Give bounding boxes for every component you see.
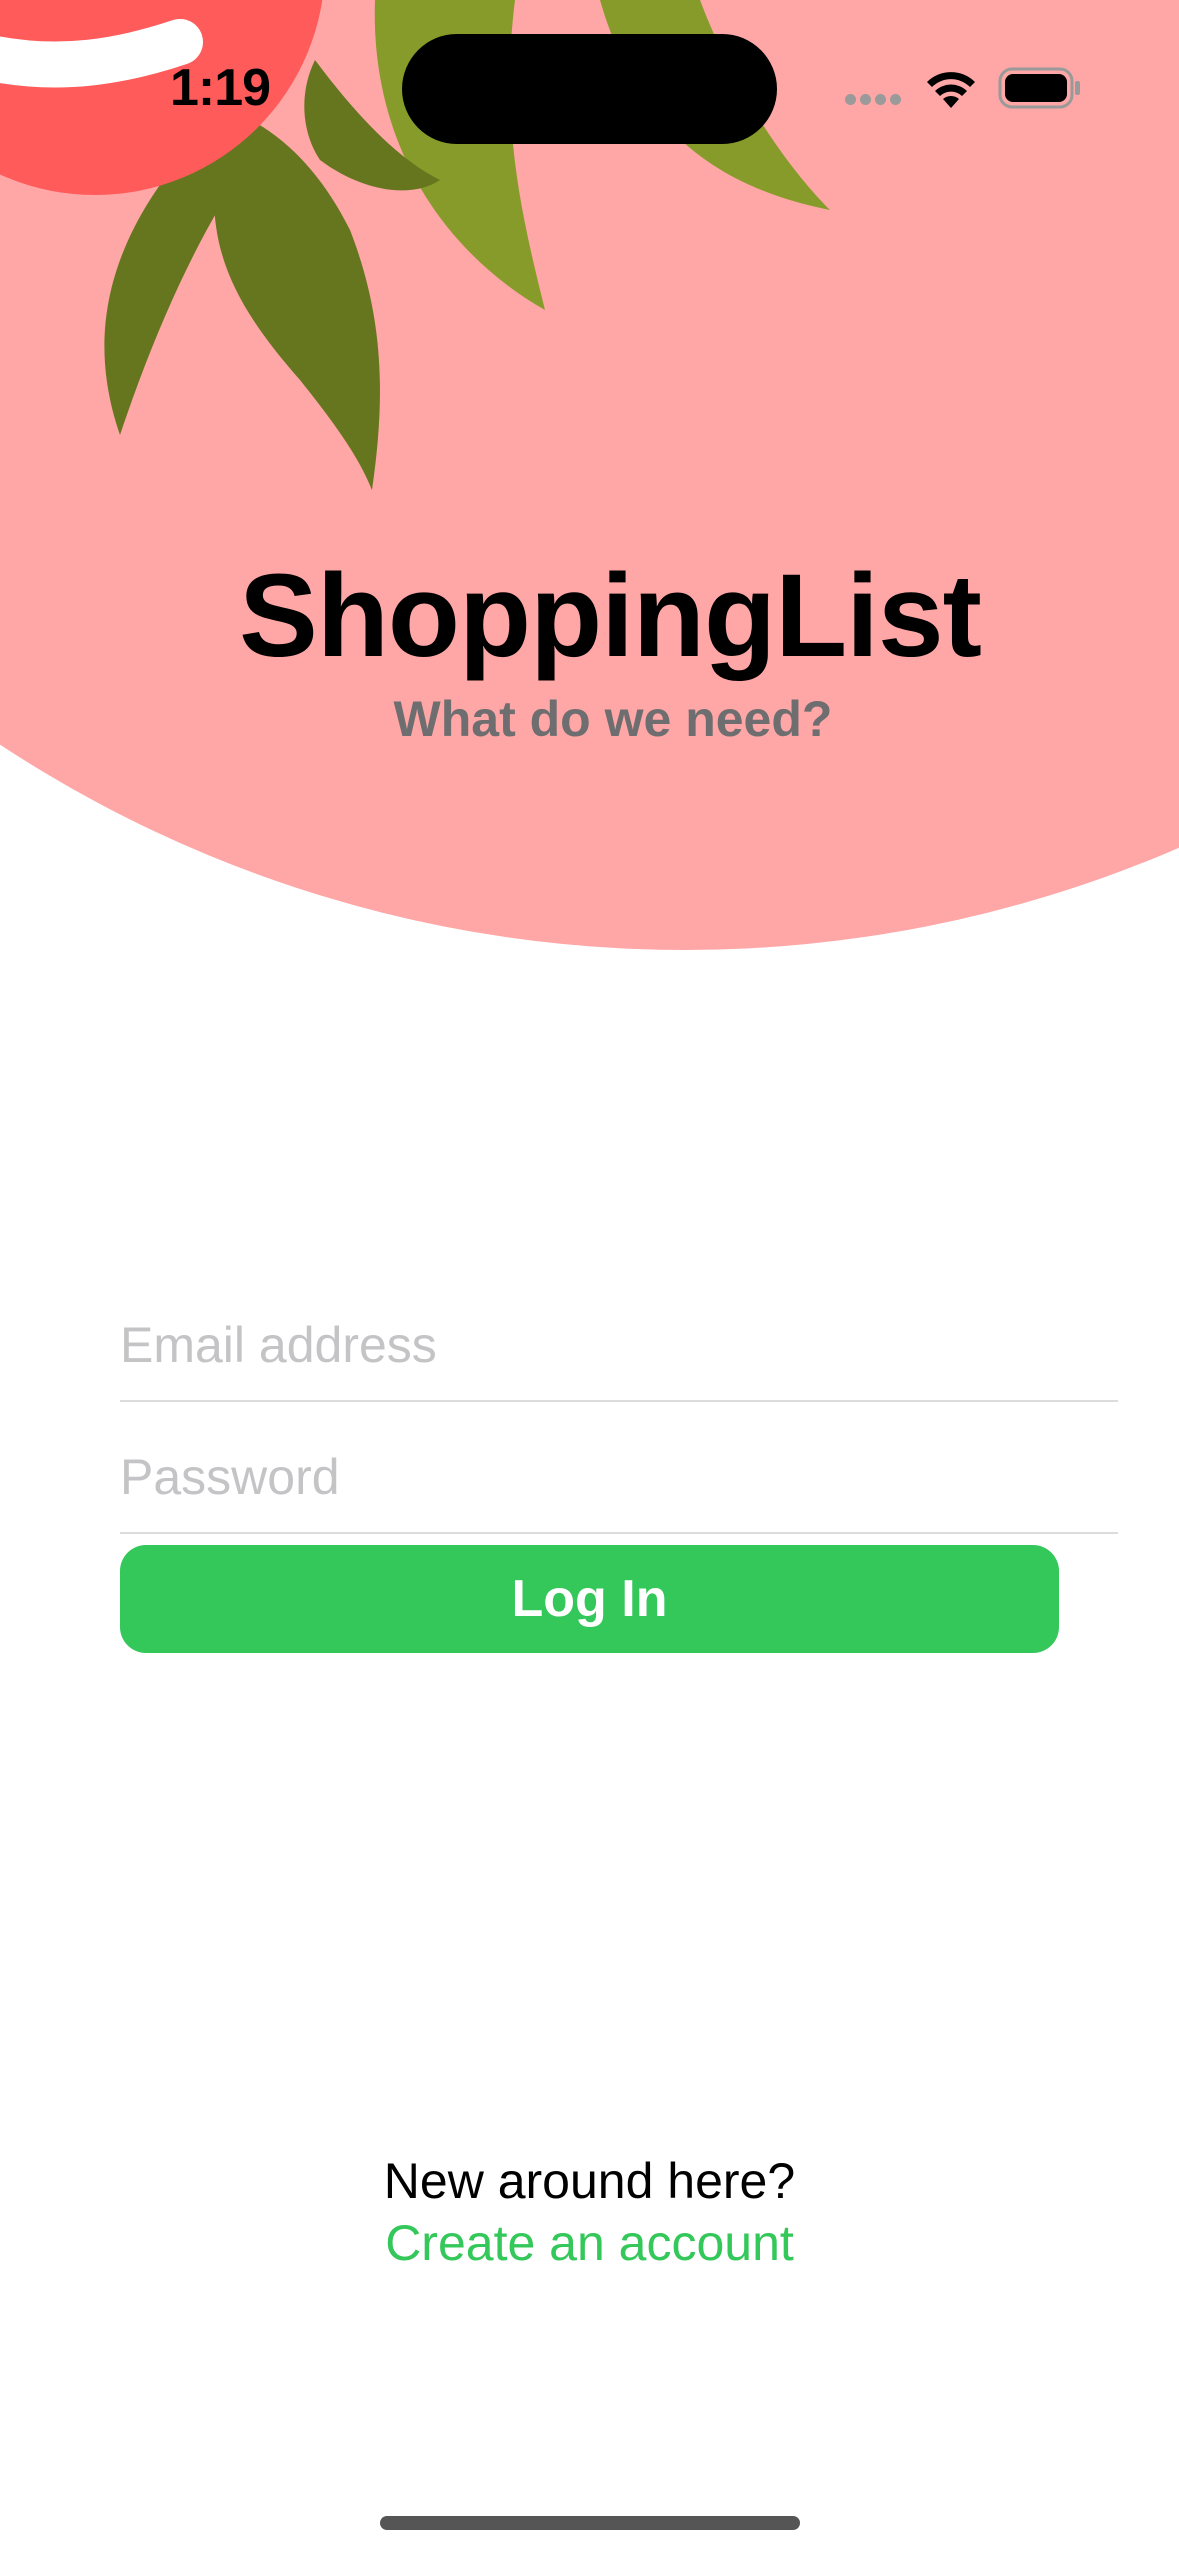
tomato-illustration <box>0 0 1179 950</box>
app-subtitle: What do we need? <box>393 691 833 747</box>
dynamic-island <box>402 34 777 144</box>
status-time: 1:19 <box>170 59 271 117</box>
password-field[interactable] <box>120 1422 1118 1534</box>
app-title: ShoppingList <box>239 550 982 682</box>
battery-icon <box>998 67 1080 109</box>
login-button[interactable]: Log In <box>120 1545 1059 1653</box>
wifi-icon <box>927 72 975 108</box>
home-indicator[interactable] <box>380 2516 800 2530</box>
tomato-highlight-shape <box>0 19 203 88</box>
email-field[interactable] <box>120 1290 1118 1402</box>
new-user-prompt: New around here? <box>383 2153 796 2209</box>
cellular-dots-icon <box>845 94 905 108</box>
login-screen: 1:19 ShoppingList What do we need? Log I… <box>0 0 1179 2556</box>
create-account-link[interactable]: Create an account <box>0 2214 1179 2272</box>
